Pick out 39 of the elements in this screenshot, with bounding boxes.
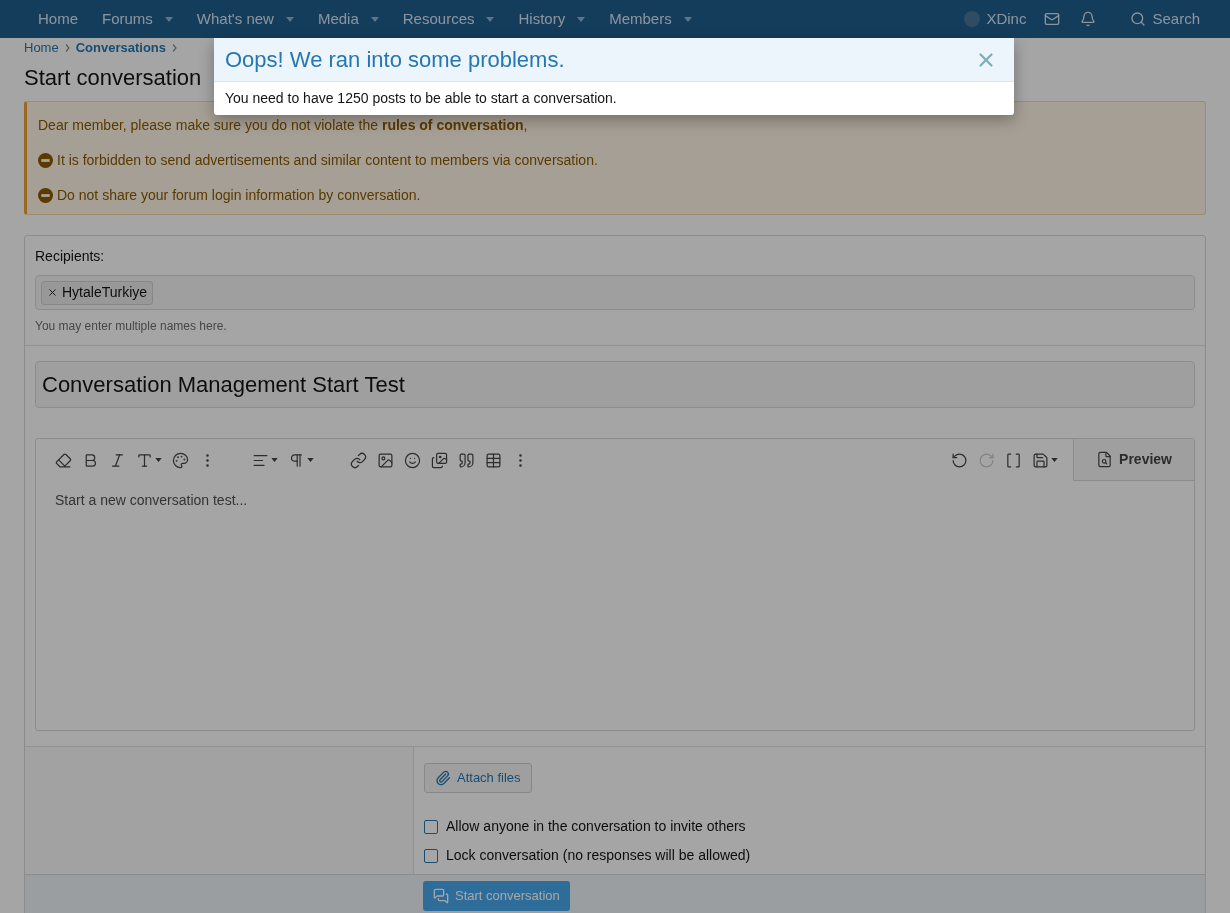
- user-link[interactable]: XDinc: [956, 0, 1035, 38]
- breadcrumb-link[interactable]: Home: [24, 38, 59, 58]
- dialog-message: You need to have 1250 posts to be able to start a conversation.: [224, 89, 618, 108]
- nav-tab[interactable]: Media: [305, 0, 391, 38]
- recipients-label: Recipients:: [35, 247, 106, 266]
- notice-text: Dear member, please make sure you do not violate the rules of conversation,: [38, 116, 529, 135]
- option-checkbox[interactable]: Allow anyone in the conversation to invite others: [424, 816, 751, 837]
- attach-files-button[interactable]: Attach files: [424, 763, 532, 793]
- editor[interactable]: Preview Start a new conversation test...: [35, 438, 1195, 731]
- no-entry-icon: [38, 153, 53, 168]
- nav-tab[interactable]: Forums: [90, 0, 185, 38]
- nav-tab[interactable]: Home: [26, 0, 90, 38]
- recipients-hint: You may enter multiple names here.: [35, 318, 228, 335]
- preview-tab[interactable]: Preview: [1073, 439, 1194, 481]
- nav-tab[interactable]: What's new: [184, 0, 306, 38]
- paperclip-icon: [435, 770, 451, 786]
- speech-bubbles-icon: [433, 888, 449, 904]
- rule-text: Do not share your forum login information by conversation.: [57, 186, 421, 205]
- option-checkbox[interactable]: Lock conversation (no responses will be allowed): [424, 845, 751, 866]
- avatar-icon: [964, 11, 981, 27]
- no-entry-icon: [38, 188, 53, 203]
- search-icon: [1130, 11, 1147, 27]
- search-button[interactable]: Search: [1124, 0, 1206, 38]
- rule-text: It is forbidden to send advertisements and similar content to members via conversation.: [57, 151, 598, 170]
- breadcrumb-link[interactable]: Conversations: [75, 38, 166, 58]
- nav-tab[interactable]: Members: [597, 0, 704, 38]
- page-title: Start conversation: [24, 64, 202, 92]
- editor-placeholder: Start a new conversation test...: [54, 491, 249, 510]
- start-conversation-button[interactable]: Start conversation: [423, 881, 570, 911]
- recipient-tag[interactable]: HytaleTurkiye: [41, 280, 154, 305]
- chevron-icon: [172, 44, 177, 52]
- title-field[interactable]: Conversation Management Start Test: [35, 361, 1195, 408]
- nav-tab[interactable]: History: [506, 0, 598, 38]
- recipients-field[interactable]: HytaleTurkiye: [35, 275, 1195, 310]
- dialog-title: Oops! We ran into some problems.: [225, 46, 566, 74]
- document-search-icon: [1096, 451, 1114, 468]
- remove-icon: [47, 287, 58, 298]
- nav-tab[interactable]: Resources: [390, 0, 507, 38]
- chevron-icon: [64, 44, 70, 52]
